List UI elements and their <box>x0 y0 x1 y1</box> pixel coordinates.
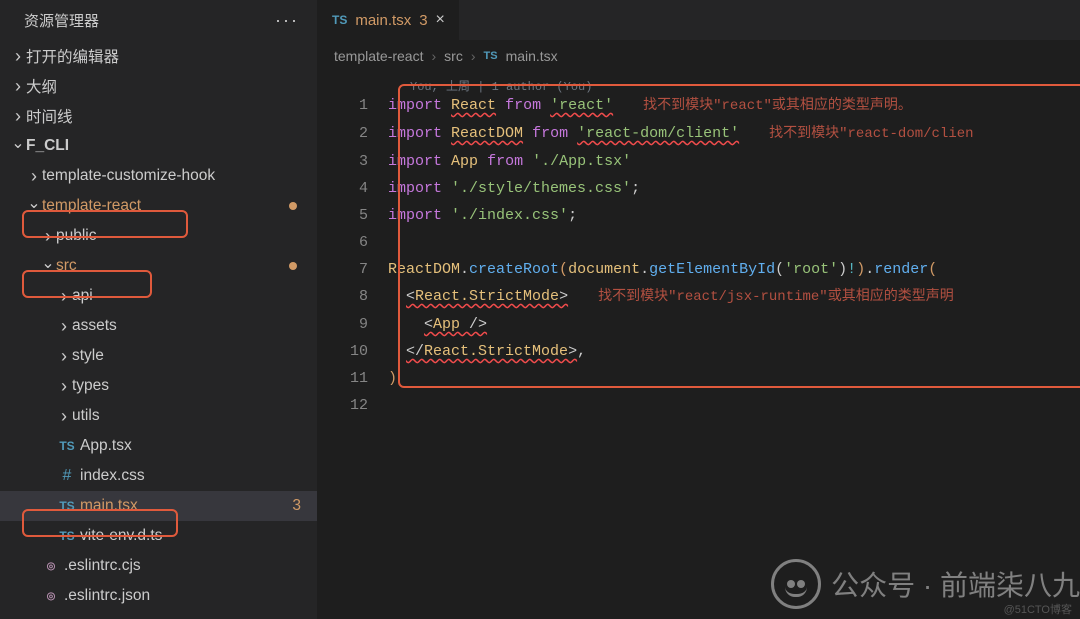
line-number: 6 <box>318 229 388 256</box>
breadcrumb-segment[interactable]: src <box>444 48 463 64</box>
file-vite-env[interactable]: TS vite-env.d.ts <box>0 521 317 551</box>
file-index-css[interactable]: # index.css <box>0 461 317 491</box>
tab-main-tsx[interactable]: TS main.tsx 3 × <box>318 0 460 40</box>
codelens[interactable]: You, 上周 | 1 author (You) <box>318 74 1080 92</box>
modified-dot-icon <box>289 202 297 210</box>
code-editor[interactable]: You, 上周 | 1 author (You) 1import React f… <box>318 72 1080 619</box>
folder-public[interactable]: public <box>0 221 317 251</box>
folder-assets[interactable]: assets <box>0 311 317 341</box>
chevron-right-icon <box>56 316 72 337</box>
line-number: 2 <box>318 120 388 147</box>
ts-file-icon: TS <box>332 13 347 27</box>
folder-style[interactable]: style <box>0 341 317 371</box>
chevron-right-icon <box>10 76 26 97</box>
config-file-icon: ◎ <box>40 561 62 572</box>
error-count-badge: 3 <box>292 497 301 515</box>
folder-utils[interactable]: utils <box>0 401 317 431</box>
file-app-tsx[interactable]: TS App.tsx <box>0 431 317 461</box>
folder-types[interactable]: types <box>0 371 317 401</box>
chevron-right-icon <box>56 286 72 307</box>
line-number: 11 <box>318 365 388 392</box>
chevron-right-icon: › <box>471 48 476 64</box>
folder-src[interactable]: src <box>0 251 317 281</box>
line-number: 9 <box>318 311 388 338</box>
ts-file-icon: TS <box>56 499 78 513</box>
sidebar-title: 资源管理器 <box>24 10 99 31</box>
chevron-down-icon <box>40 256 56 276</box>
tab-error-count: 3 <box>419 12 427 29</box>
folder-api[interactable]: api <box>0 281 317 311</box>
error-hint: 找不到模块"react/jsx-runtime"或其相应的类型声明 <box>598 289 954 305</box>
editor-tabs: TS main.tsx 3 × <box>318 0 1080 40</box>
breadcrumb-segment[interactable]: template-react <box>334 48 423 64</box>
ts-file-icon: TS <box>56 439 78 453</box>
section-outline[interactable]: 大纲 <box>0 71 317 101</box>
line-number: 10 <box>318 338 388 365</box>
chevron-right-icon <box>10 46 26 67</box>
line-number: 12 <box>318 392 388 419</box>
chevron-right-icon <box>56 346 72 367</box>
config-file-icon: ◎ <box>40 591 62 602</box>
sidebar-header: 资源管理器 ··· <box>0 0 317 41</box>
chevron-right-icon <box>40 226 56 247</box>
section-open-editors[interactable]: 打开的编辑器 <box>0 41 317 71</box>
ts-file-icon: TS <box>484 50 498 62</box>
file-main-tsx[interactable]: TS main.tsx 3 <box>0 491 317 521</box>
editor-area: TS main.tsx 3 × template-react › src › T… <box>318 0 1080 619</box>
section-timeline[interactable]: 时间线 <box>0 101 317 131</box>
more-actions-icon[interactable]: ··· <box>275 10 299 31</box>
ts-file-icon: TS <box>56 529 78 543</box>
folder-template-react[interactable]: template-react <box>0 191 317 221</box>
chevron-right-icon <box>56 406 72 427</box>
chevron-right-icon: › <box>431 48 436 64</box>
chevron-right-icon <box>10 106 26 127</box>
explorer-tree: 打开的编辑器 大纲 时间线 F_CLI template-customize-h… <box>0 41 317 611</box>
line-number: 7 <box>318 256 388 283</box>
css-file-icon: # <box>56 467 78 485</box>
file-eslintrc-cjs[interactable]: ◎ .eslintrc.cjs <box>0 551 317 581</box>
line-number: 4 <box>318 175 388 202</box>
chevron-down-icon <box>26 196 42 216</box>
line-number: 8 <box>318 283 388 310</box>
line-number: 5 <box>318 202 388 229</box>
section-project[interactable]: F_CLI <box>0 131 317 161</box>
file-eslintrc-json[interactable]: ◎ .eslintrc.json <box>0 581 317 611</box>
modified-dot-icon <box>289 262 297 270</box>
chevron-right-icon <box>26 166 42 187</box>
breadcrumb[interactable]: template-react › src › TS main.tsx <box>318 40 1080 72</box>
line-number: 1 <box>318 92 388 119</box>
breadcrumb-segment[interactable]: main.tsx <box>506 48 558 64</box>
line-number: 3 <box>318 148 388 175</box>
error-hint: 找不到模块"react-dom/clien <box>769 126 973 142</box>
error-hint: 找不到模块"react"或其相应的类型声明。 <box>643 98 912 114</box>
watermark-small: @51CTO博客 <box>1004 601 1072 617</box>
close-tab-icon[interactable]: × <box>436 11 445 29</box>
folder-template-customize-hook[interactable]: template-customize-hook <box>0 161 317 191</box>
chevron-down-icon <box>10 136 26 156</box>
explorer-sidebar: 资源管理器 ··· 打开的编辑器 大纲 时间线 F_CLI template-c… <box>0 0 318 619</box>
chevron-right-icon <box>56 376 72 397</box>
